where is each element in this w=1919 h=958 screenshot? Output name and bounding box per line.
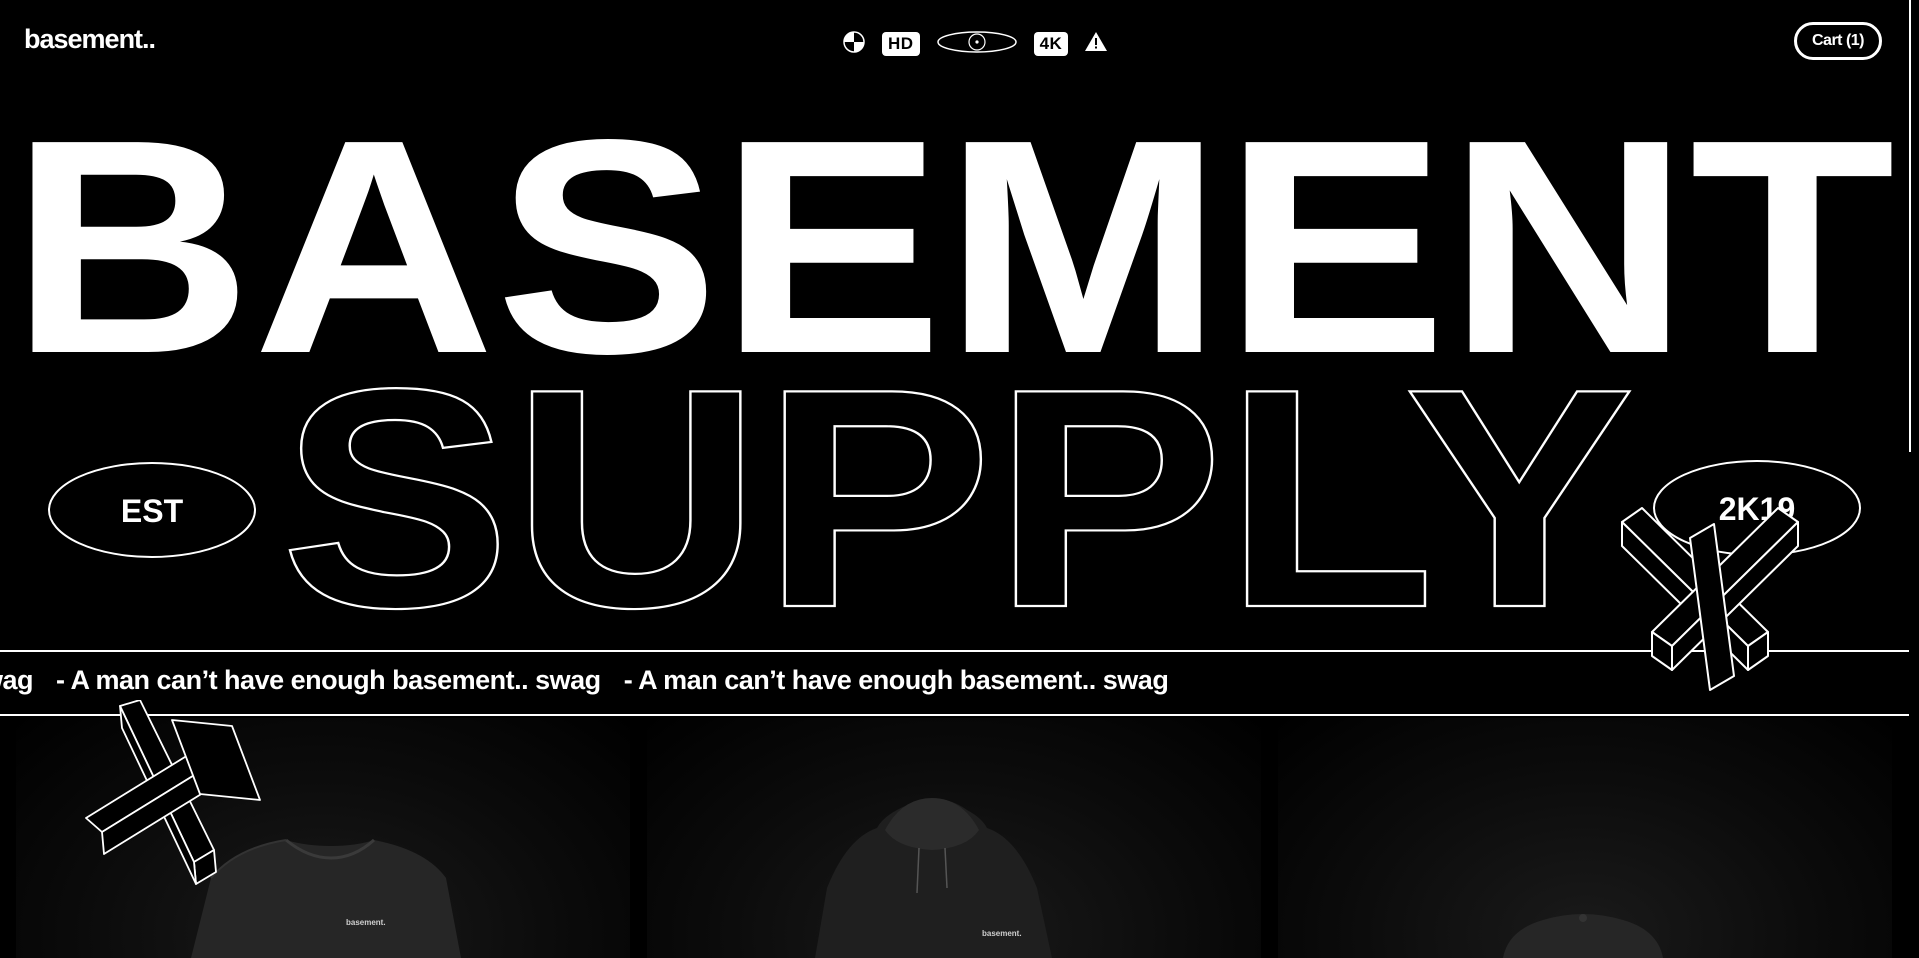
year-label: 2K19: [1719, 491, 1796, 527]
hoodie-image: [815, 798, 1052, 958]
est-oval: EST: [48, 462, 256, 558]
est-label: EST: [121, 493, 184, 529]
product-card-hoodie[interactable]: basement.: [647, 718, 1261, 958]
marquee-item: - A man can’t have enough basement.. swa…: [623, 665, 1169, 695]
page: basement.. HD 4K Cart (1) BASEMENT SUPPL…: [0, 0, 1919, 958]
hero-title-supply: SUPPLY: [280, 325, 1635, 650]
t-shirt-image: [191, 838, 461, 958]
hero: BASEMENT SUPPLY EST 2K19: [10, 76, 1895, 650]
scrollbar[interactable]: [1909, 0, 1919, 452]
marquee-track: wag - A man can’t have enough basement..…: [0, 665, 1184, 696]
product-logo-label: basement.: [982, 929, 1022, 938]
marquee-item: wag: [0, 665, 34, 695]
product-logo-label: basement.: [346, 918, 386, 927]
product-card-t-shirt[interactable]: basement.: [16, 718, 630, 958]
marquee-item: - A man can’t have enough basement.. swa…: [56, 665, 601, 695]
product-card-cap[interactable]: [1278, 718, 1892, 958]
year-oval: 2K19: [1653, 460, 1861, 556]
cap-image: [1503, 914, 1663, 958]
product-grid: basement. basement.: [0, 718, 1909, 958]
marquee-banner: wag - A man can’t have enough basement..…: [0, 650, 1909, 716]
